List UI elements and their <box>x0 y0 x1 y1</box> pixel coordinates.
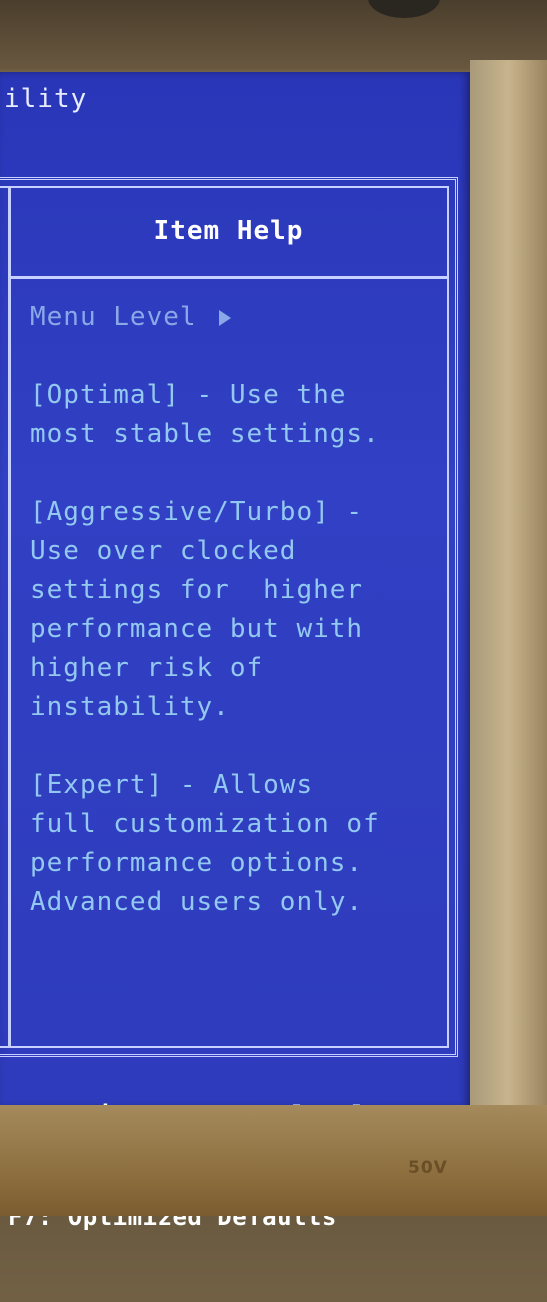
arrow-right-icon <box>218 309 231 326</box>
help-paragraph-expert: [Expert] - Allows full customization of … <box>30 770 380 917</box>
item-help-frame: Item Help Menu Level [Optimal] - Use the… <box>0 186 449 1048</box>
item-help-panel: Item Help Menu Level [Optimal] - Use the… <box>0 177 458 1057</box>
bios-screen: ility Item Help Menu Level [Optimal] - U… <box>0 72 470 1231</box>
page-title: ility <box>4 84 88 114</box>
item-help-header: Item Help <box>10 188 447 279</box>
monitor-label: 50V <box>408 1158 448 1178</box>
monitor-bezel-bottom <box>0 1105 547 1216</box>
item-help-title: Item Help <box>153 216 304 246</box>
menu-level-row: Menu Level <box>30 298 440 337</box>
monitor-bezel-top <box>0 0 547 70</box>
help-paragraph-optimal: [Optimal] - Use the most stable settings… <box>30 380 380 449</box>
monitor-knob <box>368 0 440 18</box>
help-paragraph-aggressive: [Aggressive/Turbo] - Use over clocked se… <box>30 497 364 722</box>
panel-divider <box>0 188 11 1046</box>
item-help-body: Menu Level [Optimal] - Use the most stab… <box>30 298 440 922</box>
monitor-bezel-right <box>470 60 547 1150</box>
menu-level-label: Menu Level <box>30 302 197 332</box>
